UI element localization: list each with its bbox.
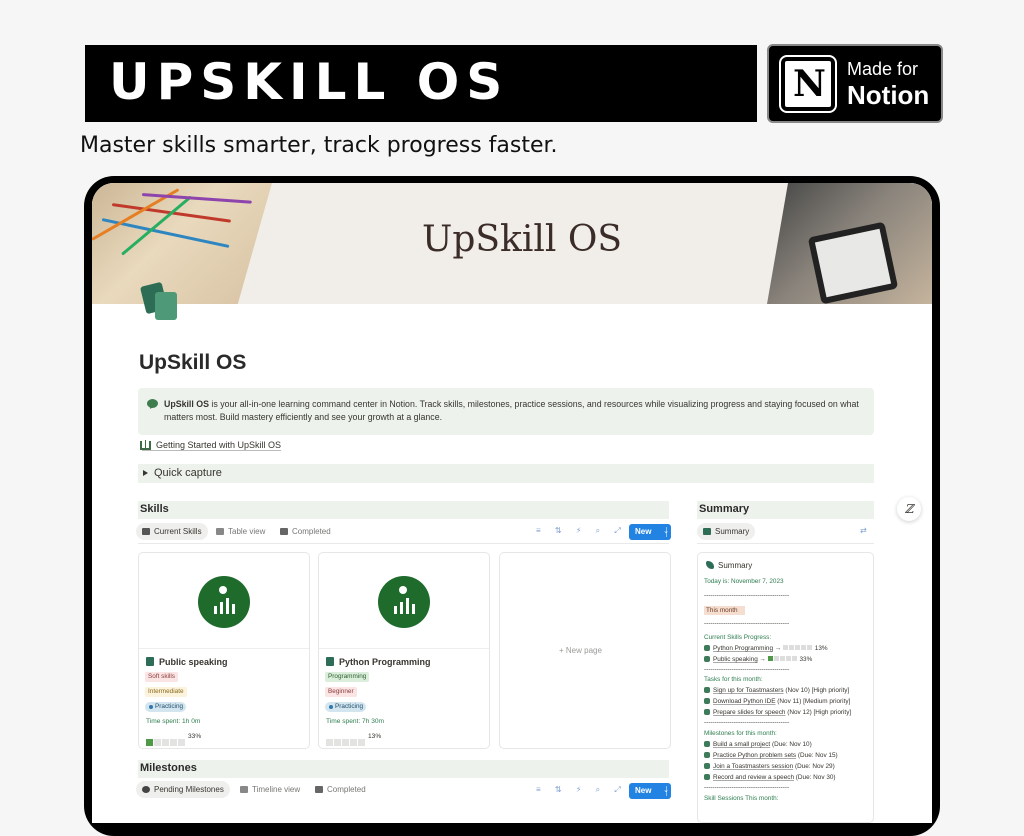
card-title: Python Programming xyxy=(339,657,431,667)
progress-heading: Current Skills Progress: xyxy=(704,634,772,641)
progress-line[interactable]: Public speaking → 33% xyxy=(704,656,812,663)
time-spent: Time spent: 1h 0m xyxy=(146,718,201,725)
leaf-icon xyxy=(703,528,711,535)
milestone-item[interactable]: Record and review a speech (Due: Nov 30) xyxy=(704,774,836,781)
card-thumbnail xyxy=(319,553,489,649)
quick-capture-toggle[interactable]: Quick capture xyxy=(138,464,874,483)
tab-pending-milestones[interactable]: Pending Milestones xyxy=(136,781,230,798)
getting-started-link[interactable]: Getting Started with UpSkill OS xyxy=(142,440,282,451)
tab-table-view[interactable]: Table view xyxy=(210,523,271,540)
callout-text: UpSkill OS is your all-in-one learning c… xyxy=(164,398,864,424)
milestones-heading: Milestones xyxy=(138,760,669,778)
ai-assistant-button[interactable]: ℤ xyxy=(897,497,921,521)
level-tag: Beginner xyxy=(325,687,357,697)
skills-new-button[interactable]: New ⌄ xyxy=(629,524,671,540)
tab-summary[interactable]: Summary xyxy=(697,523,756,540)
chart-growth-icon xyxy=(378,576,430,628)
skill-card-public-speaking[interactable]: Public speaking Soft skills Intermediate… xyxy=(138,552,310,749)
chevron-down-icon[interactable]: ⌄ xyxy=(663,783,669,799)
task-item[interactable]: Download Python IDE (Nov 11) [Medium pri… xyxy=(704,698,850,705)
milestone-item[interactable]: Join a Toastmasters session (Due: Nov 29… xyxy=(704,763,835,770)
category-tag: Programming xyxy=(325,672,370,682)
intro-callout: UpSkill OS is your all-in-one learning c… xyxy=(138,388,874,435)
today-text: Today is: November 7, 2023 xyxy=(704,578,784,585)
milestone-item[interactable]: Practice Python problem sets (Due: Nov 1… xyxy=(704,752,838,759)
notion-logo-letter: N xyxy=(793,63,826,105)
promo-title: UPSKILL OS xyxy=(109,53,510,111)
summary-heading-text: Summary xyxy=(699,503,750,515)
status-badge: Practicing xyxy=(325,702,367,712)
separator: ---------------------------------------- xyxy=(704,719,790,726)
page-icon xyxy=(326,657,334,666)
skill-card-python[interactable]: Python Programming Programming Beginner … xyxy=(318,552,490,749)
notion-page: UpSkill OS UpSkill OS UpSkill OS is your… xyxy=(92,183,932,823)
chart-growth-icon xyxy=(198,576,250,628)
milestones-summary-heading: Milestones for this month: xyxy=(704,730,777,737)
sessions-heading: Skill Sessions This month: xyxy=(704,795,779,802)
cover-image: UpSkill OS xyxy=(92,183,932,304)
divider xyxy=(138,543,669,544)
tab-completed[interactable]: Completed xyxy=(309,781,372,798)
summary-heading: Summary xyxy=(697,501,874,519)
page-cards-icon[interactable] xyxy=(139,281,179,320)
tab-timeline-view[interactable]: Timeline view xyxy=(234,781,306,798)
made-for-notion-badge: N Made for Notion xyxy=(767,44,943,123)
page-icon xyxy=(146,657,154,666)
callout-body: is your all-in-one learning command cent… xyxy=(164,399,859,422)
status-badge: Practicing xyxy=(145,702,187,712)
pin-icon xyxy=(142,786,150,793)
category-tag: Soft skills xyxy=(145,672,178,682)
badge-line1: Made for xyxy=(847,59,919,79)
card-thumbnail xyxy=(139,553,309,649)
new-page-label: + New page xyxy=(559,646,602,655)
toggle-triangle-icon[interactable] xyxy=(143,470,148,476)
time-spent: Time spent: 7h 30m xyxy=(326,718,385,725)
separator: ---------------------------------------- xyxy=(704,592,790,599)
tab-current-skills[interactable]: Current Skills xyxy=(136,523,208,540)
chevron-down-icon[interactable]: ⌄ xyxy=(663,524,669,540)
progress-bar: 13% xyxy=(326,733,381,746)
page-title[interactable]: UpSkill OS xyxy=(139,351,246,375)
separator: ---------------------------------------- xyxy=(704,620,790,627)
speech-bubble-icon xyxy=(147,399,158,408)
separator: ---------------------------------------- xyxy=(704,784,790,791)
divider xyxy=(697,543,874,544)
cover-drawing-photo xyxy=(92,183,272,304)
cover-title: UpSkill OS xyxy=(422,219,623,260)
table-icon xyxy=(216,528,224,535)
quick-capture-label: Quick capture xyxy=(154,467,222,479)
milestone-item[interactable]: Build a small project (Due: Nov 10) xyxy=(704,741,812,748)
this-month-tag: This month xyxy=(704,606,745,615)
tagline: Master skills smarter, track progress fa… xyxy=(80,133,558,158)
separator: ---------------------------------------- xyxy=(704,666,790,673)
timeline-icon xyxy=(240,786,248,793)
level-tag: Intermediate xyxy=(145,687,187,697)
card-title: Public speaking xyxy=(159,657,228,667)
summary-card: Summary Today is: November 7, 2023 -----… xyxy=(697,552,874,823)
milestones-heading-text: Milestones xyxy=(140,762,197,774)
summary-card-title: Summary xyxy=(718,561,753,570)
notion-logo-icon: N xyxy=(781,57,835,111)
tasks-heading: Tasks for this month: xyxy=(704,676,763,683)
cards-icon xyxy=(142,528,150,535)
archive-icon xyxy=(315,786,323,793)
settings-icon[interactable]: ⇄ xyxy=(860,526,873,535)
skills-heading: Skills xyxy=(138,501,669,519)
progress-line[interactable]: Python Programming → 13% xyxy=(704,645,828,652)
badge-line2: Notion xyxy=(847,80,930,110)
promo-title-banner: UPSKILL OS xyxy=(85,45,757,122)
leaf-icon xyxy=(706,561,714,569)
task-item[interactable]: Prepare slides for speech (Nov 12) [High… xyxy=(704,709,851,716)
archive-icon xyxy=(280,528,288,535)
skills-heading-text: Skills xyxy=(140,503,169,515)
task-item[interactable]: Sign up for Toastmasters (Nov 10) [High … xyxy=(704,687,849,694)
new-page-card[interactable]: + New page xyxy=(499,552,671,749)
progress-bar: 33% xyxy=(146,733,201,746)
tab-completed[interactable]: Completed xyxy=(274,523,337,540)
milestones-new-button[interactable]: New ⌄ xyxy=(629,783,671,799)
callout-bold: UpSkill OS xyxy=(164,399,209,409)
